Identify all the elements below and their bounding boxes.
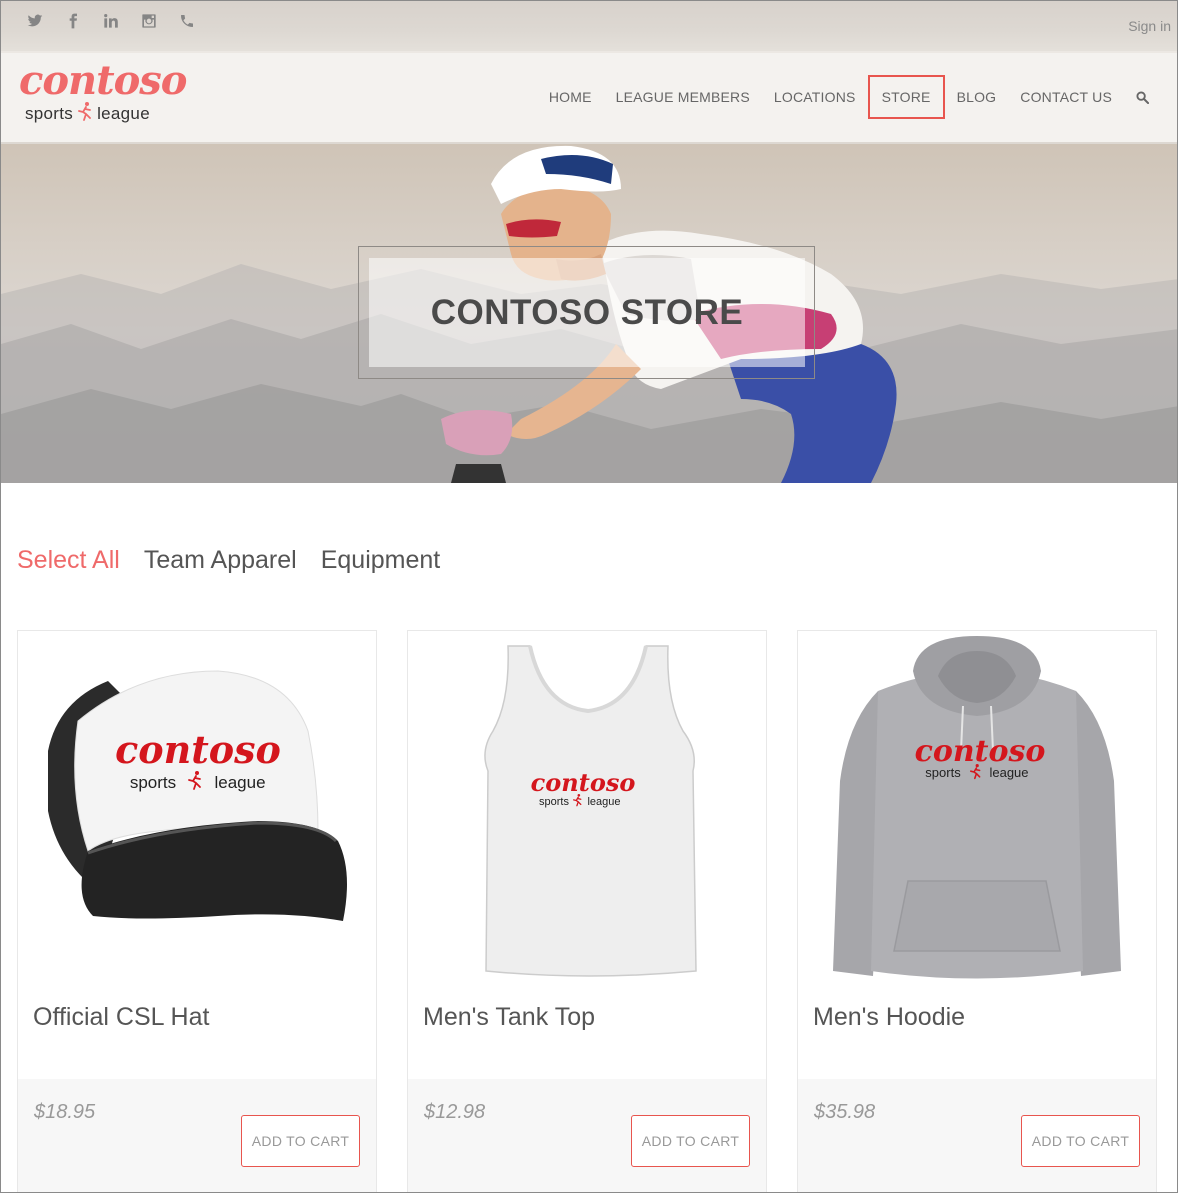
hoodie-print-right: league (989, 765, 1028, 780)
product-name[interactable]: Men's Hoodie (813, 1003, 965, 1032)
logo-tagline-left: sports (25, 103, 74, 123)
filter-equipment[interactable]: Equipment (321, 546, 441, 575)
filter-team-apparel[interactable]: Team Apparel (144, 546, 297, 575)
product-name[interactable]: Men's Tank Top (423, 1003, 595, 1032)
nav-league-members[interactable]: LEAGUE MEMBERS (604, 75, 762, 119)
product-card: contoso sports league Men's Tank Top $12… (407, 630, 767, 1192)
category-filters: Select All Team Apparel Equipment (17, 546, 440, 575)
site-logo[interactable]: contoso sports league (19, 61, 199, 131)
top-bar: Sign in (1, 1, 1177, 51)
linkedin-icon[interactable] (103, 11, 141, 31)
product-footer: $12.98 ADD TO CART (408, 1079, 766, 1192)
main-menu: HOME LEAGUE MEMBERS LOCATIONS STORE BLOG… (537, 75, 1161, 119)
add-to-cart-button[interactable]: ADD TO CART (241, 1115, 360, 1167)
product-footer: $35.98 ADD TO CART (798, 1079, 1156, 1192)
nav-blog[interactable]: BLOG (945, 75, 1009, 119)
hoodie-print-wordmark: contoso (915, 734, 1046, 769)
runner-icon (77, 101, 93, 126)
logo-tagline-right: league (97, 103, 150, 123)
hat-print-wordmark: contoso (115, 727, 281, 772)
main-navbar: contoso sports league HOME LEAGUE MEMBER… (1, 51, 1177, 144)
page-frame: Sign in contoso sports league HOME LEAGU… (0, 0, 1178, 1193)
product-image-tank-top[interactable]: contoso sports league (408, 631, 766, 991)
hoodie-print-left: sports (925, 765, 961, 780)
phone-icon[interactable] (179, 11, 217, 31)
product-price: $35.98 (814, 1101, 876, 1123)
search-icon[interactable] (1124, 90, 1161, 104)
filter-select-all[interactable]: Select All (17, 546, 120, 575)
product-name[interactable]: Official CSL Hat (33, 1003, 209, 1032)
tank-print-right: league (587, 796, 620, 808)
hero-banner: CONTOSO STORE (1, 144, 1177, 483)
tank-print-left: sports (539, 796, 569, 808)
product-image-hoodie[interactable]: contoso sports league (798, 631, 1156, 991)
facebook-icon[interactable] (65, 11, 103, 31)
logo-wordmark: contoso (19, 57, 187, 104)
hero-title-box: CONTOSO STORE (369, 258, 805, 367)
product-footer: $18.95 ADD TO CART (18, 1079, 376, 1192)
twitter-icon[interactable] (27, 11, 65, 31)
product-card: contoso sports league Men's Hoodie $35.9… (797, 630, 1157, 1192)
nav-store[interactable]: STORE (867, 75, 945, 119)
product-image-hat[interactable]: contoso sports league (18, 631, 376, 991)
social-links (27, 11, 217, 31)
instagram-icon[interactable] (141, 11, 179, 31)
product-price: $12.98 (424, 1101, 486, 1123)
add-to-cart-button[interactable]: ADD TO CART (631, 1115, 750, 1167)
nav-locations[interactable]: LOCATIONS (762, 75, 868, 119)
nav-home[interactable]: HOME (537, 75, 604, 119)
nav-contact-us[interactable]: CONTACT US (1008, 75, 1124, 119)
tank-print-wordmark: contoso (531, 768, 636, 797)
logo-tagline: sports league (25, 101, 150, 126)
hat-print-left: sports (130, 773, 176, 792)
product-card: contoso sports league Official CSL Hat $… (17, 630, 377, 1192)
sign-in-link[interactable]: Sign in (1128, 18, 1171, 34)
hero-title: CONTOSO STORE (430, 292, 744, 332)
hat-print-right: league (214, 773, 265, 792)
add-to-cart-button[interactable]: ADD TO CART (1021, 1115, 1140, 1167)
product-price: $18.95 (34, 1101, 96, 1123)
